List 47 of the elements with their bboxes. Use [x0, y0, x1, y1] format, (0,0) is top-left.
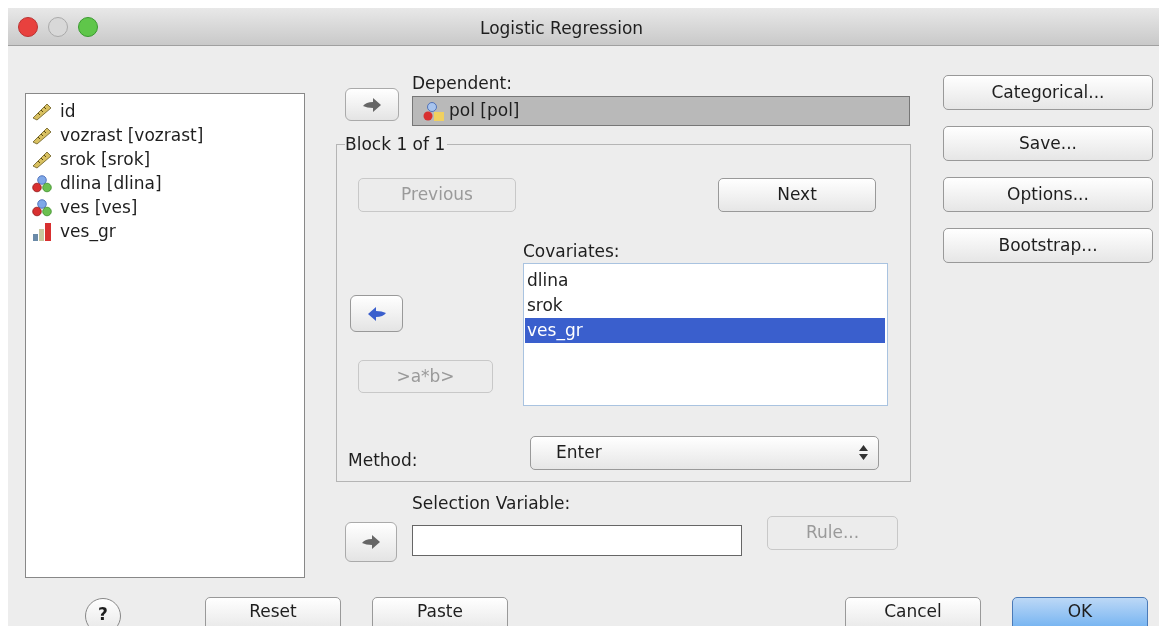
method-dropdown[interactable]: Enter	[530, 435, 879, 470]
ruler-icon	[32, 103, 52, 121]
help-button[interactable]: ?	[85, 598, 121, 626]
dialog-button[interactable]: Cancel	[845, 597, 981, 626]
covariate-item[interactable]: dlina	[525, 268, 885, 293]
dialog-button[interactable]: Bootstrap...	[943, 228, 1153, 263]
selection-variable-label: Selection Variable:	[412, 492, 572, 514]
covariate-item[interactable]: ves_gr	[525, 318, 885, 343]
close-button[interactable]	[18, 16, 38, 37]
three-circles-icon	[32, 199, 52, 217]
variable-item[interactable]: vozrast [vozrast]	[60, 123, 204, 149]
dependent-field[interactable]: pol [pol]	[412, 96, 910, 126]
dialog-button[interactable]: Reset	[205, 597, 341, 626]
method-value: Enter	[556, 441, 602, 464]
window-title: Logistic Regression	[480, 17, 644, 40]
variable-item[interactable]: dlina [dlina]	[60, 171, 162, 197]
dialog-button[interactable]: Categorical...	[943, 75, 1153, 110]
ok-button[interactable]: OK	[1012, 597, 1148, 626]
covariate-item[interactable]: srok	[525, 293, 885, 318]
ruler-icon	[32, 127, 52, 145]
stepper-icon	[859, 445, 868, 461]
dialog-button[interactable]: Save...	[943, 126, 1153, 161]
variable-item[interactable]: ves_gr	[60, 219, 116, 245]
variable-item[interactable]: id	[60, 99, 76, 125]
three-circles-icon	[32, 175, 52, 193]
arrow-left-icon	[366, 305, 387, 322]
ruler-icon	[32, 151, 52, 169]
arrow-right-icon	[361, 534, 381, 550]
dialog-button[interactable]: Paste	[372, 597, 508, 626]
bar-chart-icon	[32, 223, 52, 241]
selection-variable-field[interactable]	[412, 525, 742, 556]
move-left-button[interactable]	[350, 295, 403, 332]
dependent-value: pol [pol]	[449, 99, 520, 123]
dependent-label: Dependent:	[412, 72, 513, 94]
move-right-button[interactable]	[345, 522, 397, 562]
arrow-right-icon	[362, 96, 382, 113]
covariates-list[interactable]: dlina srok ves_gr	[523, 263, 888, 406]
covariates-label: Covariates:	[523, 240, 621, 262]
dialog-button[interactable]: Options...	[943, 177, 1153, 212]
zoom-button[interactable]	[78, 16, 98, 37]
method-label: Method:	[348, 449, 419, 472]
move-right-button[interactable]	[345, 88, 399, 121]
next-button[interactable]: Next	[718, 178, 876, 212]
variable-item[interactable]: srok [srok]	[60, 147, 151, 173]
variable-item[interactable]: ves [ves]	[60, 195, 138, 221]
circles-icon	[423, 101, 445, 121]
variable-list[interactable]: id vozrast [vozrast] srok [srok] dlina [dlina] ves [ves] ves_gr	[25, 93, 305, 578]
